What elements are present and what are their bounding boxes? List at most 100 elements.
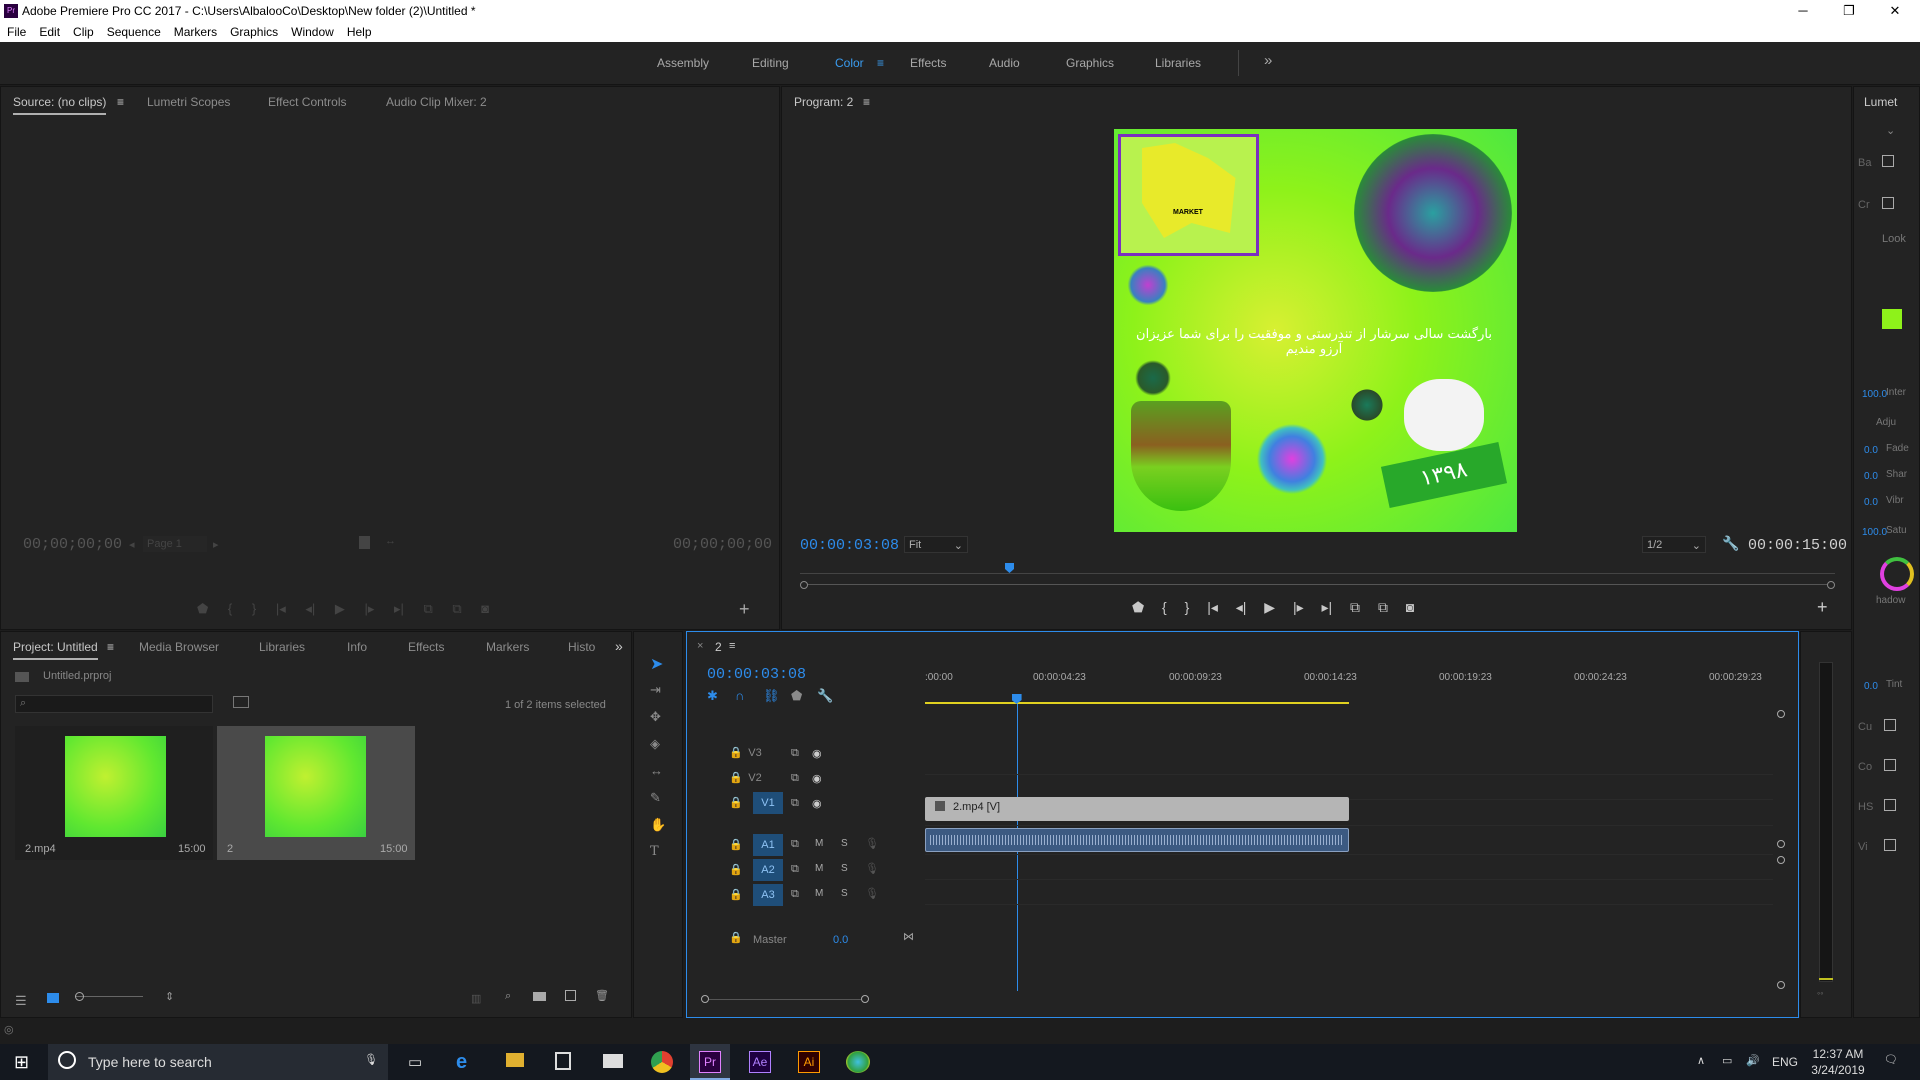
find-icon[interactable]: ⌕ bbox=[505, 990, 511, 1003]
checkbox-icon[interactable] bbox=[1882, 155, 1894, 167]
lumetri-value-tint[interactable]: 0.0 bbox=[1864, 681, 1878, 692]
menu-file[interactable]: File bbox=[0, 22, 32, 39]
checkbox-icon[interactable] bbox=[1884, 759, 1896, 771]
workspace-overflow-icon[interactable]: » bbox=[1264, 52, 1272, 69]
workspace-menu-icon[interactable]: ≡ bbox=[877, 56, 884, 70]
source-page-next-icon[interactable]: ▸ bbox=[213, 538, 219, 551]
tab-lumetri-scopes[interactable]: Lumetri Scopes bbox=[147, 95, 230, 109]
sync-lock-icon[interactable]: ⧉ bbox=[791, 747, 799, 760]
timeline-panel-menu-icon[interactable]: ≡ bbox=[729, 640, 735, 652]
source-page-prev-icon[interactable]: ◂ bbox=[129, 538, 135, 551]
work-area-bar[interactable] bbox=[925, 702, 1349, 704]
lumetri-value-sharpen[interactable]: 0.0 bbox=[1864, 471, 1878, 482]
mute-button[interactable]: M bbox=[815, 888, 823, 899]
eye-icon[interactable]: ◉ bbox=[812, 797, 822, 810]
new-bin-icon[interactable] bbox=[533, 992, 546, 1001]
mute-button[interactable]: M bbox=[815, 863, 823, 874]
timeline-settings-wrench-icon[interactable]: 🔧 bbox=[817, 688, 833, 704]
list-view-icon[interactable]: ☰ bbox=[15, 993, 27, 1009]
lumetri-value-intensity[interactable]: 100.0 bbox=[1862, 389, 1887, 400]
project-item-selected[interactable]: 2 15:00 bbox=[217, 726, 415, 860]
workspace-assembly[interactable]: Assembly bbox=[657, 56, 709, 70]
clock-date[interactable]: 3/24/2019 bbox=[1808, 1063, 1868, 1077]
tab-audio-clip-mixer[interactable]: Audio Clip Mixer: 2 bbox=[386, 95, 487, 109]
eye-icon[interactable]: ◉ bbox=[812, 747, 822, 760]
tab-markers[interactable]: Markers bbox=[486, 640, 529, 654]
mail-icon[interactable] bbox=[603, 1054, 623, 1068]
razor-tool-icon[interactable]: ◈ bbox=[650, 736, 660, 752]
selection-tool-icon[interactable]: ➤ bbox=[650, 654, 663, 674]
sync-lock-icon[interactable]: ⧉ bbox=[791, 863, 799, 876]
ripple-edit-tool-icon[interactable]: ✥ bbox=[650, 709, 661, 725]
checkbox-icon[interactable] bbox=[1884, 839, 1896, 851]
close-tab-icon[interactable]: × bbox=[697, 640, 703, 652]
sync-lock-icon[interactable]: ⧉ bbox=[791, 838, 799, 851]
workspace-color[interactable]: Color bbox=[835, 56, 864, 70]
store-icon[interactable] bbox=[555, 1052, 571, 1070]
zoom-handle-left[interactable] bbox=[800, 581, 808, 589]
tabs-overflow-icon[interactable]: » bbox=[615, 638, 623, 654]
lumetri-row-adjustments[interactable]: Adju bbox=[1876, 417, 1896, 428]
lumetri-title[interactable]: Lumet bbox=[1864, 95, 1897, 109]
zoom-level-select[interactable]: Fit ⌄ bbox=[904, 536, 968, 553]
project-search-input[interactable]: ⌕ bbox=[15, 695, 213, 713]
taskbar-search-box[interactable]: Type here to search 🎙 bbox=[48, 1044, 388, 1080]
microphone-icon[interactable]: 🎙 bbox=[865, 887, 879, 900]
sort-icon[interactable]: ⇕ bbox=[165, 990, 174, 1003]
program-add-button-icon[interactable]: + bbox=[1817, 597, 1828, 618]
vscroll-handle[interactable] bbox=[1777, 710, 1785, 718]
menu-sequence[interactable]: Sequence bbox=[100, 22, 167, 39]
video-clip[interactable]: 2.mp4 [V] bbox=[925, 797, 1349, 821]
look-thumbnail[interactable] bbox=[1882, 309, 1902, 329]
illustrator-icon[interactable]: Ai bbox=[798, 1051, 820, 1073]
lumetri-row-color-wheels[interactable]: Co bbox=[1858, 761, 1872, 773]
task-view-icon[interactable]: ▭ bbox=[408, 1053, 422, 1071]
tab-libraries[interactable]: Libraries bbox=[259, 640, 305, 654]
trash-icon[interactable]: 🗑 bbox=[595, 989, 609, 1002]
sync-lock-icon[interactable]: ⧉ bbox=[791, 888, 799, 901]
lumetri-row-vignette[interactable]: Vi bbox=[1858, 841, 1868, 853]
workspace-graphics[interactable]: Graphics bbox=[1066, 56, 1114, 70]
new-item-icon[interactable] bbox=[565, 990, 576, 1001]
tab-project[interactable]: Project: Untitled bbox=[13, 640, 98, 660]
tab-sequence[interactable]: 2 bbox=[715, 640, 722, 654]
pen-tool-icon[interactable]: ✎ bbox=[650, 790, 661, 806]
chrome-icon[interactable] bbox=[651, 1051, 673, 1073]
program-timecode-current[interactable]: 00:00:03:08 bbox=[800, 537, 899, 554]
audio-clip[interactable] bbox=[925, 828, 1349, 852]
insert-nest-icon[interactable]: ✱ bbox=[707, 688, 718, 704]
track-label-v1[interactable]: V1 bbox=[753, 792, 783, 814]
checkbox-icon[interactable] bbox=[1882, 197, 1894, 209]
vscroll-handle[interactable] bbox=[1777, 981, 1785, 989]
lumetri-row-basic[interactable]: Ba bbox=[1858, 157, 1871, 169]
zoom-handle-left[interactable] bbox=[701, 995, 709, 1003]
track-select-tool-icon[interactable]: ⇥ bbox=[650, 682, 661, 698]
restore-button[interactable]: ❐ bbox=[1826, 0, 1872, 22]
checkbox-icon[interactable] bbox=[1884, 719, 1896, 731]
program-panel-menu-icon[interactable]: ≡ bbox=[863, 95, 870, 109]
linked-selection-icon[interactable]: ⛓ bbox=[763, 688, 780, 704]
zoom-handle-right[interactable] bbox=[861, 995, 869, 1003]
source-transport-controls[interactable]: ⬟ { } |◂ ◂| ▶ |▸ ▸| ⧉ ⧉ ◙ bbox=[197, 601, 587, 619]
solo-button[interactable]: S bbox=[841, 888, 848, 899]
thumbnail-size-slider[interactable] bbox=[75, 996, 143, 997]
workspace-audio[interactable]: Audio bbox=[989, 56, 1020, 70]
program-transport-controls[interactable]: ⬟ { } |◂ ◂| ▶ |▸ ▸| ⧉ ⧉ ◙ bbox=[1132, 599, 1512, 619]
track-label-a3[interactable]: A3 bbox=[753, 884, 783, 906]
project-item[interactable]: 2.mp4 15:00 bbox=[15, 726, 213, 860]
tab-source[interactable]: Source: (no clips) bbox=[13, 95, 107, 115]
menu-clip[interactable]: Clip bbox=[66, 22, 100, 39]
solo-button[interactable]: S bbox=[841, 838, 848, 849]
network-icon[interactable]: ▭ bbox=[1722, 1054, 1732, 1067]
track-label-a1[interactable]: A1 bbox=[753, 834, 783, 856]
volume-icon[interactable]: 🔊 bbox=[1746, 1054, 1760, 1067]
timeline-timecode[interactable]: 00:00:03:08 bbox=[707, 666, 806, 683]
track-label-v3[interactable]: V3 bbox=[740, 742, 770, 764]
lumetri-value-fade[interactable]: 0.0 bbox=[1864, 445, 1878, 456]
timeline-zoom-scrollbar[interactable] bbox=[701, 994, 869, 1004]
eye-icon[interactable]: ◉ bbox=[812, 772, 822, 785]
program-video-frame[interactable]: MARKET بارگشت سالی سرشار از تندرستی و مو… bbox=[1114, 129, 1517, 532]
microphone-icon[interactable]: 🎙 bbox=[865, 862, 879, 875]
file-explorer-icon[interactable] bbox=[506, 1053, 524, 1067]
lock-icon[interactable]: 🔒 bbox=[729, 888, 743, 901]
